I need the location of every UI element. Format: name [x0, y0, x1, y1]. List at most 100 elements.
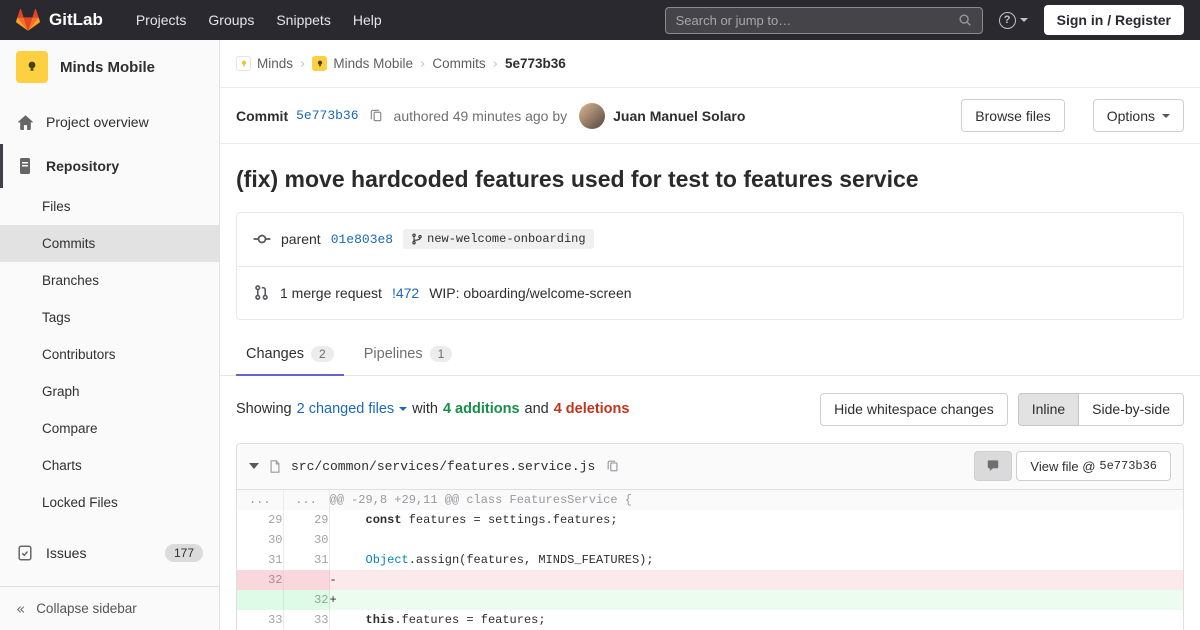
- sidebar-subitem-contributors[interactable]: Contributors: [0, 336, 219, 373]
- mr-ref-link[interactable]: !472: [392, 285, 419, 301]
- sidebar-subitem-locked-files[interactable]: Locked Files: [0, 484, 219, 521]
- sidebar-subitem-compare[interactable]: Compare: [0, 410, 219, 447]
- changed-files-dropdown[interactable]: 2 changed files: [297, 401, 408, 417]
- copy-file-path-button[interactable]: [604, 457, 622, 475]
- main-content: Minds › Minds Mobile › Commits › 5e773b3…: [220, 40, 1200, 630]
- project-avatar: [16, 51, 48, 83]
- branch-name: new-welcome-onboarding: [427, 232, 586, 247]
- new-line-number[interactable]: 31: [283, 549, 330, 570]
- breadcrumb-group-label: Minds: [257, 56, 294, 71]
- collapse-icon: «: [16, 599, 26, 618]
- issues-count-badge: 177: [164, 544, 203, 562]
- breadcrumb-commits[interactable]: Commits: [432, 56, 485, 71]
- gitlab-home-link[interactable]: GitLab: [16, 8, 103, 32]
- nav-menu-item-snippets[interactable]: Snippets: [265, 6, 341, 34]
- search-icon: [959, 14, 971, 26]
- browse-files-label: Browse files: [975, 107, 1051, 124]
- sign-in-button[interactable]: Sign in / Register: [1043, 5, 1184, 35]
- hide-whitespace-button[interactable]: Hide whitespace changes: [820, 392, 1008, 426]
- sidebar-item-project-overview[interactable]: Project overview: [0, 100, 219, 144]
- new-line-number[interactable]: 30: [283, 529, 330, 550]
- sidebar-item-label: Repository: [46, 158, 120, 174]
- comment-icon: [988, 460, 999, 472]
- breadcrumb-project[interactable]: Minds Mobile: [312, 56, 413, 71]
- commit-info-box: parent 01e803e8 new-welcome-onboarding 1…: [236, 211, 1184, 320]
- collapse-label: Collapse sidebar: [36, 601, 137, 616]
- collapse-file-caret-icon[interactable]: [249, 463, 259, 470]
- project-name: Minds Mobile: [60, 58, 155, 76]
- old-line-number[interactable]: 33: [237, 609, 284, 630]
- deletions-count: 4 deletions: [553, 401, 630, 418]
- old-line-number[interactable]: 30: [237, 529, 284, 550]
- breadcrumb-group[interactable]: Minds: [236, 56, 293, 71]
- new-line-number[interactable]: [283, 569, 330, 590]
- sidebar-subitem-charts[interactable]: Charts: [0, 447, 219, 484]
- old-line-number[interactable]: 32: [237, 569, 284, 590]
- nav-menu-item-projects[interactable]: Projects: [125, 6, 198, 34]
- tab-pipelines[interactable]: Pipelines 1: [354, 333, 463, 375]
- sidebar-subitem-graph[interactable]: Graph: [0, 373, 219, 410]
- breadcrumb-current-sha: 5e773b36: [505, 56, 566, 71]
- commit-sha-link[interactable]: 5e773b36: [296, 108, 358, 123]
- view-file-sha: 5e773b36: [1099, 459, 1157, 474]
- breadcrumb-separator: ›: [492, 55, 499, 72]
- author-name[interactable]: Juan Manuel Solaro: [613, 108, 745, 124]
- parent-label: parent: [281, 231, 321, 248]
- sidebar-item-label: Issues: [46, 545, 87, 561]
- branch-badge[interactable]: new-welcome-onboarding: [403, 229, 594, 250]
- lightbulb-icon: [28, 61, 36, 71]
- parent-sha-link[interactable]: 01e803e8: [331, 232, 393, 247]
- nav-menu-item-help[interactable]: Help: [342, 6, 393, 34]
- code-line: +: [329, 589, 1183, 610]
- sidebar-subitem-branches[interactable]: Branches: [0, 262, 219, 299]
- inline-view-button[interactable]: Inline: [1017, 392, 1080, 426]
- old-line-number[interactable]: 31: [237, 549, 284, 570]
- tab-pipelines-label: Pipelines: [363, 345, 423, 362]
- sidebar-subitem-commits[interactable]: Commits: [0, 225, 219, 262]
- diff-line-del: 32 -: [237, 569, 1183, 590]
- home-icon: [16, 114, 34, 131]
- toggle-comments-button[interactable]: [974, 451, 1013, 482]
- repository-icon: [16, 158, 34, 174]
- diff-file-path[interactable]: src/common/services/features.service.js: [291, 459, 595, 474]
- old-line-number[interactable]: 29: [237, 509, 284, 530]
- search-input[interactable]: [675, 12, 958, 28]
- group-avatar: [236, 56, 251, 71]
- copy-sha-button[interactable]: [367, 106, 386, 125]
- code-line: -: [329, 569, 1183, 590]
- author-avatar[interactable]: [579, 102, 606, 129]
- project-context[interactable]: Minds Mobile: [0, 40, 219, 94]
- diff-mode-toggle: Inline Side-by-side: [1017, 392, 1184, 426]
- options-button[interactable]: Options: [1092, 99, 1184, 132]
- copy-icon: [370, 109, 381, 122]
- issues-icon: [16, 545, 34, 561]
- sidebar-subitem-tags[interactable]: Tags: [0, 299, 219, 336]
- old-line-number[interactable]: ...: [237, 489, 284, 510]
- old-line-number[interactable]: [237, 589, 284, 610]
- global-search[interactable]: [664, 6, 983, 34]
- new-line-number[interactable]: 33: [283, 609, 330, 630]
- side-by-side-label: Side-by-side: [1092, 401, 1170, 418]
- browse-files-button[interactable]: Browse files: [961, 99, 1065, 132]
- sidebar-subitem-files[interactable]: Files: [0, 188, 219, 225]
- help-menu[interactable]: ?: [998, 11, 1028, 29]
- new-line-number[interactable]: ...: [283, 489, 330, 510]
- diff-stats: Showing 2 changed files with 4 additions…: [236, 401, 629, 417]
- code-line: Object.assign(features, MINDS_FEATURES);: [365, 552, 654, 567]
- collapse-sidebar-button[interactable]: « Collapse sidebar: [0, 586, 219, 630]
- chevron-down-icon: [399, 407, 408, 412]
- breadcrumb-project-label: Minds Mobile: [333, 56, 413, 71]
- new-line-number[interactable]: 32: [283, 589, 330, 610]
- commit-icon: [253, 235, 271, 244]
- new-line-number[interactable]: 29: [283, 509, 330, 530]
- view-file-button[interactable]: View file @ 5e773b36: [1016, 451, 1171, 482]
- diff-file-header: src/common/services/features.service.js …: [237, 443, 1183, 490]
- sidebar-item-issues[interactable]: Issues 177: [0, 531, 219, 575]
- side-by-side-view-button[interactable]: Side-by-side: [1078, 392, 1184, 426]
- nav-menu-item-groups[interactable]: Groups: [197, 6, 265, 34]
- diff-line-hunk: ...... @@ -29,8 +29,11 @@ class FeaturesS…: [237, 489, 1183, 510]
- diff-table: ...... @@ -29,8 +29,11 @@ class FeaturesS…: [237, 489, 1183, 630]
- sidebar-item-repository[interactable]: Repository: [0, 144, 219, 188]
- tab-changes[interactable]: Changes 2: [236, 333, 344, 376]
- project-sidebar: Minds Mobile Project overview Repository…: [0, 40, 220, 630]
